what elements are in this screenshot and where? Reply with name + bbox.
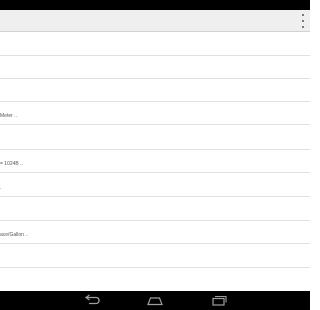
list-item-label: Meter .. (0, 113, 17, 119)
list-item-label: = 1024B .. (0, 161, 23, 167)
conversion-list: Meter .. = 1024B .. . ace/Gallon .. (0, 32, 310, 292)
list-item[interactable]: . (0, 173, 310, 197)
back-button[interactable] (82, 294, 102, 307)
list-item[interactable] (0, 197, 310, 221)
status-bar (0, 0, 310, 10)
overflow-menu-icon[interactable] (300, 14, 306, 28)
action-bar (0, 10, 310, 32)
home-icon (147, 297, 163, 306)
list-item[interactable] (0, 55, 310, 79)
list-item[interactable] (0, 268, 310, 292)
recents-icon (212, 295, 227, 306)
list-item-label: . (0, 185, 2, 191)
list-item[interactable] (0, 244, 310, 268)
list-item[interactable]: Meter .. (0, 101, 310, 125)
list-item[interactable] (0, 32, 310, 56)
navigation-bar (0, 291, 310, 310)
back-icon (84, 294, 100, 305)
list-item[interactable] (0, 126, 310, 150)
list-item[interactable] (0, 78, 310, 102)
recents-button[interactable] (208, 294, 228, 307)
list-item[interactable]: ace/Gallon .. (0, 220, 310, 244)
list-item-label: ace/Gallon .. (0, 232, 29, 238)
home-button[interactable] (145, 294, 165, 307)
list-item[interactable]: = 1024B .. (0, 149, 310, 173)
